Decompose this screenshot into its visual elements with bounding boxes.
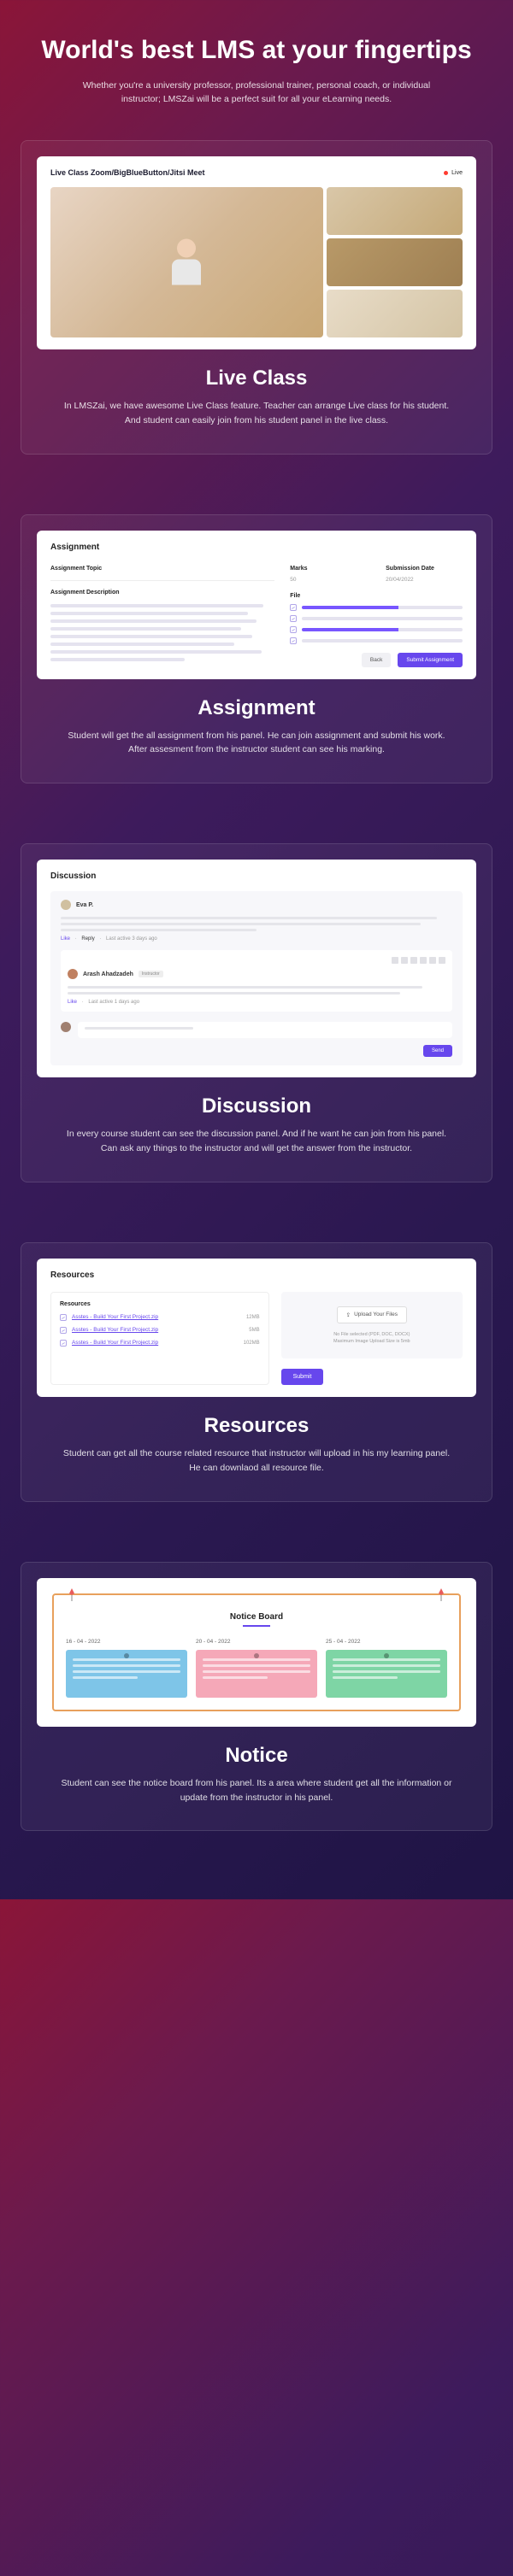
video-thumb — [327, 238, 463, 286]
page-title: World's best LMS at your fingertips — [21, 34, 492, 67]
video-thumb — [327, 290, 463, 337]
reply-button[interactable]: Reply — [81, 936, 94, 942]
link-icon — [290, 604, 297, 611]
link-icon — [290, 637, 297, 644]
discussion-card-title: Discussion — [50, 871, 463, 881]
toolbar-icon[interactable] — [410, 957, 417, 964]
desc-label: Assignment Description — [50, 590, 274, 596]
notice-item — [196, 1650, 317, 1698]
feature-title: Resources — [37, 1414, 476, 1438]
date-value: 20/04/2022 — [386, 577, 463, 583]
avatar — [61, 1022, 71, 1032]
resource-size: 102MB — [244, 1341, 260, 1346]
meta-text: Last active 1 days ago — [88, 1000, 139, 1005]
feature-desc: Student will get the all assignment from… — [60, 729, 453, 758]
link-icon — [60, 1314, 67, 1321]
feature-desc: Student can see the notice board from hi… — [60, 1776, 453, 1805]
resources-list-title: Resources — [60, 1301, 260, 1307]
upload-button[interactable]: ⇪ Upload Your Files — [337, 1306, 407, 1323]
marks-value: 50 — [290, 577, 367, 583]
feature-title: Discussion — [37, 1094, 476, 1118]
user-name: Arash Ahadzadeh — [83, 971, 133, 977]
toolbar-icon[interactable] — [420, 957, 427, 964]
notice-card: Notice Board 16 - 04 - 2022 20 - 04 - 20… — [37, 1578, 476, 1727]
like-button[interactable]: Like — [68, 1000, 77, 1005]
resource-size: 5MB — [249, 1328, 259, 1333]
link-icon — [60, 1327, 67, 1334]
resource-link[interactable]: Asstes - Build Your First Project.zip — [72, 1340, 239, 1346]
feature-assignment: Assignment Assignment Topic Assignment D… — [21, 514, 492, 784]
live-badge-text: Live — [451, 170, 463, 176]
notice-item — [66, 1650, 187, 1698]
marks-label: Marks — [290, 566, 367, 572]
live-class-card-title: Live Class Zoom/BigBlueButton/Jitsi Meet — [50, 168, 205, 177]
resource-size: 12MB — [246, 1315, 260, 1320]
link-icon — [60, 1340, 67, 1347]
avatar — [68, 969, 78, 979]
submit-assignment-button[interactable]: Submit Assignment — [398, 653, 463, 667]
feature-resources: Resources Resources Asstes - Build Your … — [21, 1242, 492, 1502]
meta-text: Last active 3 days ago — [106, 936, 157, 942]
send-button[interactable]: Send — [423, 1045, 452, 1057]
video-main — [50, 187, 323, 337]
reply-input[interactable] — [78, 1022, 452, 1038]
feature-title: Assignment — [37, 696, 476, 720]
user-name: Eva P. — [76, 902, 93, 908]
resource-link[interactable]: Asstes - Build Your First Project.zip — [72, 1314, 241, 1320]
notice-date: 16 - 04 - 2022 — [66, 1639, 187, 1645]
link-icon — [290, 626, 297, 633]
feature-desc: In LMSZai, we have awesome Live Class fe… — [60, 399, 453, 428]
pin-icon — [435, 1588, 447, 1602]
resource-item: Asstes - Build Your First Project.zip 12… — [60, 1314, 260, 1321]
feature-discussion: Discussion Eva P. Like · Reply · Last ac… — [21, 843, 492, 1182]
avatar — [61, 900, 71, 910]
toolbar-icon[interactable] — [439, 957, 445, 964]
like-button[interactable]: Like — [61, 936, 70, 942]
back-button[interactable]: Back — [362, 653, 391, 667]
live-class-card: Live Class Zoom/BigBlueButton/Jitsi Meet… — [37, 156, 476, 349]
video-thumb — [327, 187, 463, 235]
pin-icon — [66, 1588, 78, 1602]
feature-desc: In every course student can see the disc… — [60, 1127, 453, 1156]
notice-item — [326, 1650, 447, 1698]
resource-item: Asstes - Build Your First Project.zip 5M… — [60, 1327, 260, 1334]
toolbar-icon[interactable] — [401, 957, 408, 964]
instructor-badge: Instructor — [139, 971, 163, 977]
submit-button[interactable]: Submit — [281, 1369, 324, 1385]
upload-icon: ⇪ — [346, 1311, 351, 1318]
feature-desc: Student can get all the course related r… — [60, 1446, 453, 1476]
assignment-card-title: Assignment — [50, 543, 463, 552]
notice-date: 20 - 04 - 2022 — [196, 1639, 317, 1645]
upload-hint: No File selected (PDF, DOC, DOCX) Maximu… — [290, 1332, 454, 1345]
resource-link[interactable]: Asstes - Build Your First Project.zip — [72, 1327, 244, 1333]
live-badge: Live — [444, 170, 463, 176]
live-dot-icon — [444, 171, 448, 175]
date-label: Submission Date — [386, 566, 463, 572]
feature-notice: Notice Board 16 - 04 - 2022 20 - 04 - 20… — [21, 1562, 492, 1832]
feature-title: Notice — [37, 1744, 476, 1768]
resource-item: Asstes - Build Your First Project.zip 10… — [60, 1340, 260, 1347]
feature-title: Live Class — [37, 367, 476, 390]
feature-live-class: Live Class Zoom/BigBlueButton/Jitsi Meet… — [21, 140, 492, 455]
file-label: File — [290, 593, 463, 599]
assignment-card: Assignment Assignment Topic Assignment D… — [37, 531, 476, 679]
notice-board-title: Notice Board — [66, 1612, 447, 1622]
toolbar-icon[interactable] — [392, 957, 398, 964]
topic-label: Assignment Topic — [50, 566, 274, 572]
resources-card: Resources Resources Asstes - Build Your … — [37, 1259, 476, 1397]
notice-date: 25 - 04 - 2022 — [326, 1639, 447, 1645]
toolbar-icon[interactable] — [429, 957, 436, 964]
discussion-card: Discussion Eva P. Like · Reply · Last ac… — [37, 860, 476, 1077]
resources-card-title: Resources — [50, 1270, 463, 1280]
link-icon — [290, 615, 297, 622]
page-subtitle: Whether you're a university professor, p… — [68, 79, 445, 107]
